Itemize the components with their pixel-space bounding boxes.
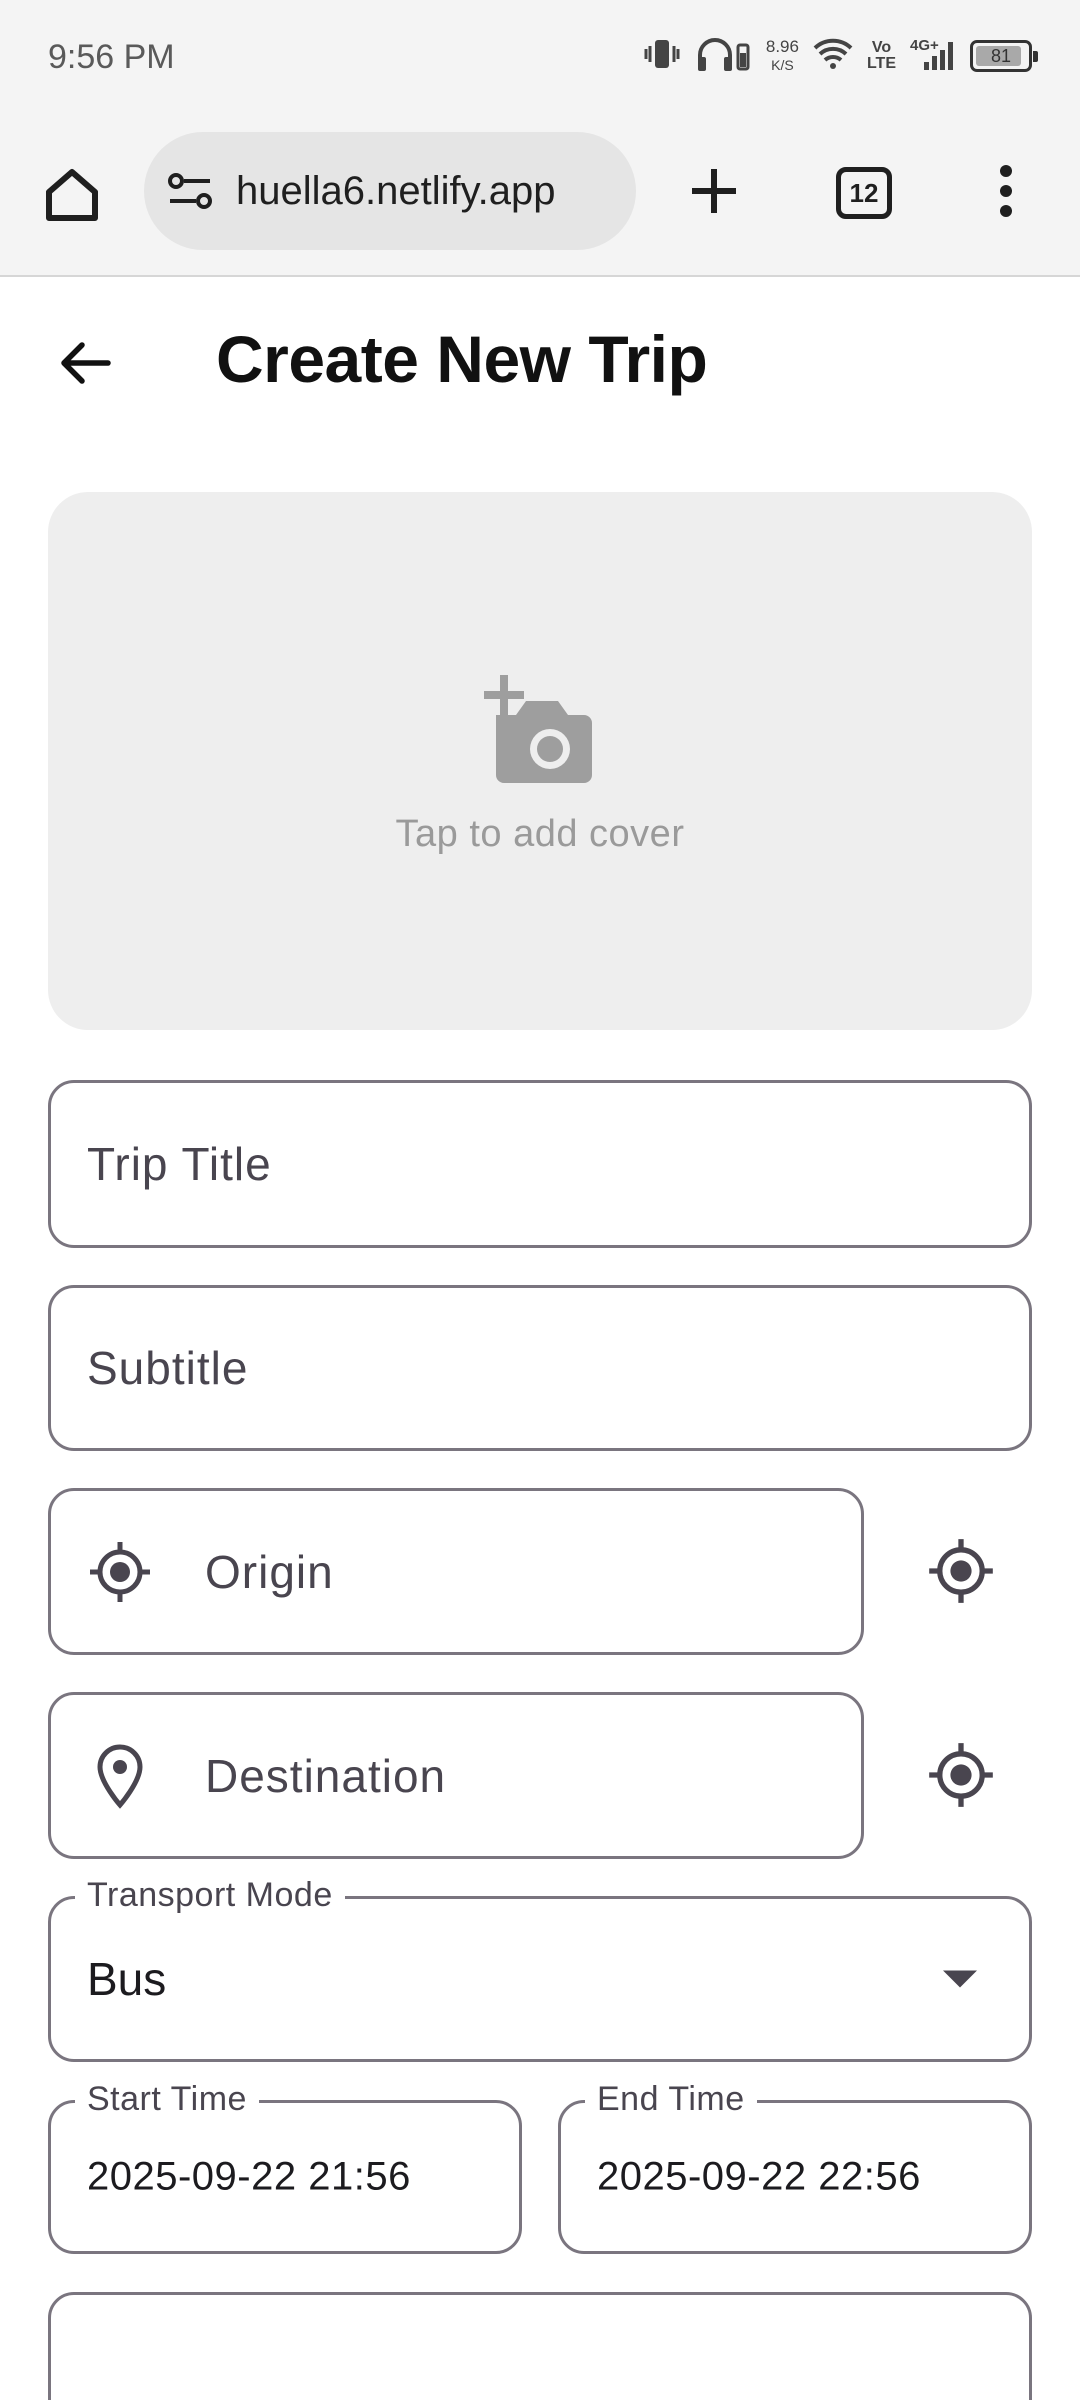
end-time-field[interactable]: End Time 2025-09-22 22:56: [558, 2077, 1032, 2254]
cover-image-picker[interactable]: Tap to add cover: [48, 492, 1032, 1030]
transport-mode-label: Transport Mode: [75, 1873, 345, 1917]
status-bar: 9:56 PM 8.96 K/S Vo LTE 4G+ 81: [0, 0, 1080, 115]
address-bar[interactable]: huella6.netlify.app: [144, 132, 636, 250]
browser-toolbar: huella6.netlify.app 12: [0, 115, 1080, 277]
description-field[interactable]: [48, 2292, 1032, 2400]
home-icon: [46, 169, 98, 221]
locate-destination-button[interactable]: [921, 1735, 1001, 1815]
headphones-icon: [696, 35, 752, 78]
arrow-back-icon: [61, 342, 111, 384]
origin-field[interactable]: Origin: [48, 1488, 864, 1655]
destination-placeholder: Destination: [205, 1749, 447, 1802]
net-speed: 8.96 K/S: [765, 37, 799, 74]
start-time-value: 2025-09-22 21:56: [87, 2154, 411, 2199]
vibrate-icon: [642, 36, 682, 77]
destination-field[interactable]: Destination: [48, 1692, 864, 1859]
more-vert-icon: [1000, 165, 1012, 217]
trip-title-placeholder: Trip Title: [87, 1138, 272, 1190]
plus-icon: [692, 169, 736, 213]
page-title: Create New Trip: [216, 322, 708, 396]
cover-label: Tap to add cover: [395, 812, 685, 855]
app-bar: Create New Trip: [0, 277, 1080, 442]
my-location-icon: [87, 1539, 153, 1605]
end-time-value: 2025-09-22 22:56: [597, 2154, 921, 2199]
browser-menu-button[interactable]: [976, 157, 1036, 225]
site-settings-icon[interactable]: [164, 165, 216, 217]
my-location-icon: [929, 1539, 993, 1603]
url-text: huella6.netlify.app: [236, 168, 556, 213]
place-icon: [87, 1743, 153, 1809]
origin-placeholder: Origin: [205, 1545, 334, 1598]
my-location-icon: [929, 1743, 993, 1807]
locate-origin-button[interactable]: [921, 1531, 1001, 1611]
add-photo-icon: [484, 674, 592, 783]
start-time-label: Start Time: [75, 2077, 259, 2121]
volte-indicator: Vo LTE: [866, 39, 896, 72]
signal-icon: 4G+: [910, 36, 956, 77]
dropdown-arrow-icon: [943, 1970, 977, 1988]
svg-text:4G+: 4G+: [910, 37, 939, 54]
status-icons: 8.96 K/S Vo LTE 4G+ 81: [642, 34, 1038, 78]
new-tab-button[interactable]: [680, 157, 748, 225]
tab-switcher-button[interactable]: 12: [836, 167, 892, 219]
transport-mode-value: Bus: [87, 1953, 167, 2005]
status-time: 9:56 PM: [48, 38, 175, 76]
subtitle-placeholder: Subtitle: [87, 1342, 249, 1394]
start-time-field[interactable]: Start Time 2025-09-22 21:56: [48, 2077, 522, 2254]
trip-title-field[interactable]: Trip Title: [48, 1080, 1032, 1248]
transport-mode-dropdown[interactable]: Transport Mode Bus: [48, 1873, 1032, 2062]
battery-icon: 81: [970, 40, 1038, 72]
back-button[interactable]: [48, 327, 120, 399]
end-time-label: End Time: [585, 2077, 757, 2121]
home-button[interactable]: [38, 161, 106, 229]
subtitle-field[interactable]: Subtitle: [48, 1285, 1032, 1451]
wifi-icon: [813, 38, 853, 75]
